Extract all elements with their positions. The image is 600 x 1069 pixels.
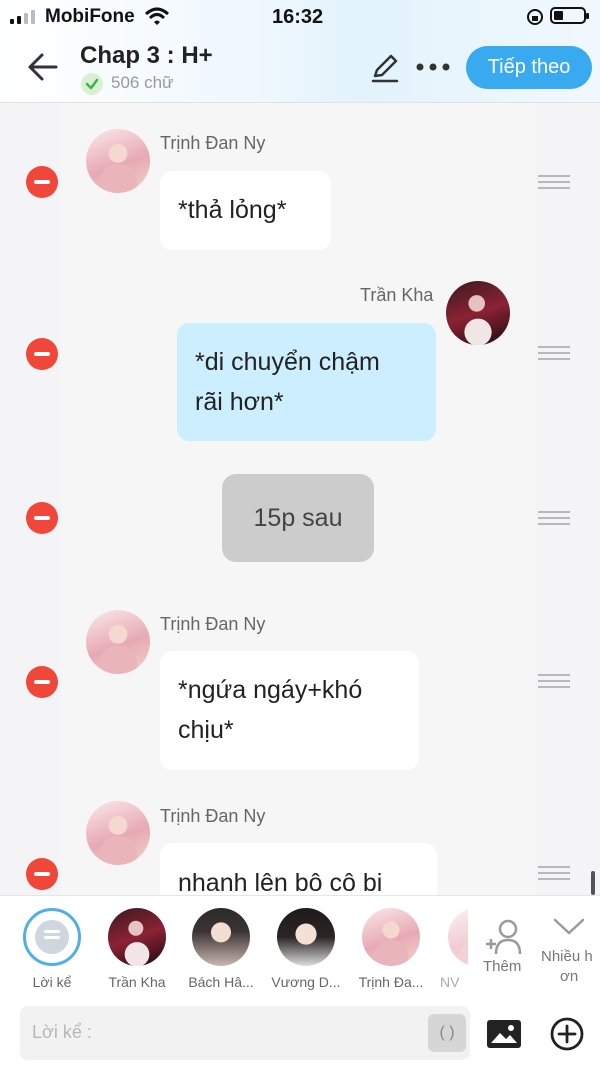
message-text: *thả lỏng* <box>178 196 287 224</box>
sender-name: Trịnh Đan Ny <box>160 133 266 153</box>
narration-input[interactable]: Lời kể : ( ) <box>20 1006 470 1060</box>
add-character-button[interactable]: Thêm <box>478 912 534 982</box>
show-more-label: Nhiều h <box>541 948 593 965</box>
pencil-icon[interactable] <box>369 52 401 84</box>
character-nv[interactable]: NV <box>430 908 468 990</box>
message-text-line: rãi hơn* <box>195 388 284 416</box>
parenthesis-button[interactable]: ( ) <box>428 1014 466 1052</box>
add-circle-icon[interactable] <box>550 1017 584 1051</box>
character-vuong-d[interactable]: Vương D... <box>266 908 346 990</box>
show-more-button[interactable]: Nhiều h ơn <box>538 912 600 992</box>
drag-handle-icon[interactable] <box>538 511 570 525</box>
avatar <box>192 908 250 966</box>
sender-name: Trịnh Đan Ny <box>160 614 266 634</box>
delete-message-button[interactable] <box>26 666 58 698</box>
character-label: Vương D... <box>271 974 341 990</box>
add-character-label: Thêm <box>483 958 522 975</box>
character-label: Trần Kha <box>108 974 166 990</box>
message-bubble[interactable]: *thả lỏng* <box>160 171 331 250</box>
battery-icon <box>550 7 589 24</box>
delete-message-button[interactable] <box>26 858 58 890</box>
message-bubble[interactable]: nhanh lên bô cô bi <box>160 843 437 895</box>
more-dots-icon[interactable] <box>414 60 454 74</box>
drag-handle-icon[interactable] <box>538 346 570 360</box>
delete-message-button[interactable] <box>26 502 58 534</box>
sender-name: Trịnh Đan Ny <box>160 806 266 826</box>
show-more-label-2: ơn <box>560 968 579 985</box>
character-tran-kha[interactable]: Trần Kha <box>97 908 177 990</box>
composer-panel: Lời kể Trần Kha Bách Hâ... Vương D... Tr… <box>0 895 600 1069</box>
character-bach-ha[interactable]: Bách Hâ... <box>181 908 261 990</box>
avatar <box>362 908 420 966</box>
scrollbar[interactable] <box>591 871 595 895</box>
character-label: NV <box>440 974 460 990</box>
word-count: 506 chữ <box>111 73 174 92</box>
drag-handle-icon[interactable] <box>538 674 570 688</box>
input-placeholder: Lời kể : <box>32 1022 92 1042</box>
character-narrator[interactable]: Lời kể <box>12 908 92 990</box>
character-trinh-dan-ny[interactable]: Trịnh Đa... <box>351 908 431 990</box>
orientation-lock-icon <box>527 9 543 25</box>
signal-icon <box>10 10 40 24</box>
next-chapter-button[interactable]: Tiếp theo <box>466 46 592 89</box>
avatar-trinh-dan-ny <box>86 610 150 674</box>
chevron-down-icon <box>553 918 585 935</box>
avatar-trinh-dan-ny <box>86 801 150 865</box>
message-text: nhanh lên bô cô bi <box>178 869 383 895</box>
avatar <box>448 908 468 966</box>
message-bubble[interactable]: *ngứa ngáy+khó chịu* <box>160 651 419 770</box>
back-arrow-icon[interactable] <box>26 52 58 82</box>
character-label: Bách Hâ... <box>188 974 254 990</box>
character-label: Trịnh Đa... <box>358 974 424 990</box>
wifi-icon <box>144 7 170 25</box>
image-icon[interactable] <box>486 1018 522 1050</box>
drag-handle-icon[interactable] <box>538 866 570 880</box>
message-bubble[interactable]: *di chuyển chậm rãi hơn* <box>177 323 436 441</box>
message-text-line: chịu* <box>178 716 234 744</box>
message-text-line: *ngứa ngáy+khó <box>178 676 363 704</box>
status-time: 16:32 <box>272 6 324 28</box>
add-person-icon <box>486 919 522 955</box>
avatar <box>108 908 166 966</box>
narration-text: 15p sau <box>253 504 343 532</box>
sender-name: Trần Kha <box>360 285 434 305</box>
message-text-line: *di chuyển chậm <box>195 348 380 376</box>
character-label: Lời kể <box>32 974 72 990</box>
chat-area[interactable]: Trịnh Đan Ny *thả lỏng* Trần Kha *di chu… <box>0 103 600 895</box>
delete-message-button[interactable] <box>26 166 58 198</box>
avatar-trinh-dan-ny <box>86 129 150 193</box>
narration-bubble[interactable]: 15p sau <box>222 474 374 562</box>
delete-message-button[interactable] <box>26 338 58 370</box>
top-header: MobiFone 16:32 Chap 3 : H+ 506 chữ Tiếp … <box>0 0 600 103</box>
avatar <box>277 908 335 966</box>
avatar-tran-kha <box>446 281 510 345</box>
check-circle-icon <box>81 73 103 95</box>
narrator-icon <box>23 908 81 966</box>
carrier-name: MobiFone <box>45 6 135 27</box>
drag-handle-icon[interactable] <box>538 175 570 189</box>
chapter-title: Chap 3 : H+ <box>80 42 213 69</box>
